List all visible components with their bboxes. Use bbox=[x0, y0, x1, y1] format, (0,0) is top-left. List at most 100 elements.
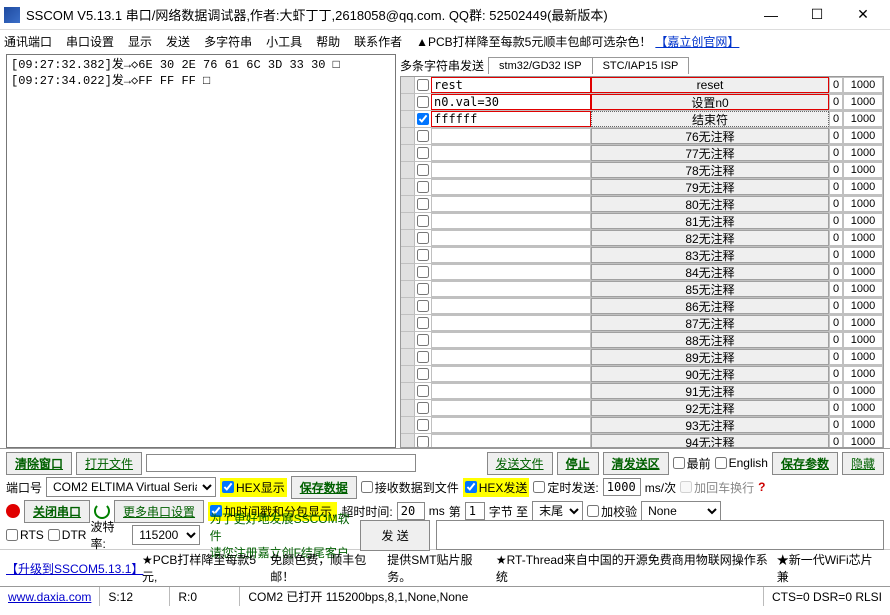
row-ms[interactable]: 1000 bbox=[843, 332, 883, 348]
english-checkbox[interactable]: English bbox=[715, 456, 768, 470]
row-ms[interactable]: 1000 bbox=[843, 383, 883, 399]
hex-send-checkbox[interactable]: HEX发送 bbox=[463, 478, 530, 497]
row-send-button[interactable]: 86无注释 bbox=[591, 298, 829, 314]
row-checkbox[interactable] bbox=[415, 94, 431, 110]
row-text[interactable]: ffffff bbox=[431, 111, 591, 127]
row-checkbox[interactable] bbox=[415, 111, 431, 127]
send-file-button[interactable]: 发送文件 bbox=[487, 452, 553, 475]
row-text[interactable] bbox=[431, 264, 591, 280]
row-text[interactable] bbox=[431, 196, 591, 212]
send-button[interactable]: 发 送 bbox=[360, 520, 429, 551]
row-send-button[interactable]: 84无注释 bbox=[591, 264, 829, 280]
row-send-button[interactable]: 85无注释 bbox=[591, 281, 829, 297]
row-checkbox[interactable] bbox=[415, 298, 431, 314]
drag-handle[interactable] bbox=[401, 298, 415, 314]
row-text[interactable] bbox=[431, 179, 591, 195]
drag-handle[interactable] bbox=[401, 383, 415, 399]
clear-send-button[interactable]: 清发送区 bbox=[603, 452, 669, 475]
row-send-button[interactable]: 82无注释 bbox=[591, 230, 829, 246]
save-param-button[interactable]: 保存参数 bbox=[772, 452, 838, 475]
row-ms[interactable]: 1000 bbox=[843, 264, 883, 280]
row-checkbox[interactable] bbox=[415, 230, 431, 246]
row-ms[interactable]: 1000 bbox=[843, 213, 883, 229]
hide-button[interactable]: 隐藏 bbox=[842, 452, 884, 475]
row-ms[interactable]: 1000 bbox=[843, 349, 883, 365]
row-n[interactable]: 0 bbox=[829, 247, 843, 263]
row-ms[interactable]: 1000 bbox=[843, 179, 883, 195]
row-n[interactable]: 0 bbox=[829, 162, 843, 178]
drag-handle[interactable] bbox=[401, 366, 415, 382]
row-n[interactable]: 0 bbox=[829, 400, 843, 416]
drag-handle[interactable] bbox=[401, 230, 415, 246]
row-ms[interactable]: 1000 bbox=[843, 128, 883, 144]
row-n[interactable]: 0 bbox=[829, 213, 843, 229]
row-send-button[interactable]: 79无注释 bbox=[591, 179, 829, 195]
row-ms[interactable]: 1000 bbox=[843, 315, 883, 331]
crlf-checkbox[interactable]: 加回车换行 bbox=[680, 479, 754, 496]
row-checkbox[interactable] bbox=[415, 417, 431, 433]
row-send-button[interactable]: 80无注释 bbox=[591, 196, 829, 212]
send-input[interactable] bbox=[436, 520, 884, 550]
row-n[interactable]: 0 bbox=[829, 383, 843, 399]
row-ms[interactable]: 1000 bbox=[843, 162, 883, 178]
drag-handle[interactable] bbox=[401, 332, 415, 348]
hex-show-checkbox[interactable]: HEX显示 bbox=[220, 478, 287, 497]
row-text[interactable]: rest bbox=[431, 77, 591, 93]
row-send-button[interactable]: reset bbox=[591, 77, 829, 93]
row-ms[interactable]: 1000 bbox=[843, 77, 883, 93]
minimize-button[interactable]: — bbox=[748, 1, 794, 29]
row-ms[interactable]: 1000 bbox=[843, 230, 883, 246]
row-checkbox[interactable] bbox=[415, 383, 431, 399]
menu-通讯端口[interactable]: 通讯端口 bbox=[4, 35, 52, 49]
maximize-button[interactable]: ☐ bbox=[794, 1, 840, 29]
row-n[interactable]: 0 bbox=[829, 264, 843, 280]
row-n[interactable]: 0 bbox=[829, 366, 843, 382]
row-n[interactable]: 0 bbox=[829, 349, 843, 365]
row-text[interactable] bbox=[431, 298, 591, 314]
drag-handle[interactable] bbox=[401, 77, 415, 93]
menu-帮助[interactable]: 帮助 bbox=[316, 35, 340, 49]
row-checkbox[interactable] bbox=[415, 264, 431, 280]
row-checkbox[interactable] bbox=[415, 145, 431, 161]
row-text[interactable] bbox=[431, 349, 591, 365]
row-n[interactable]: 0 bbox=[829, 281, 843, 297]
drag-handle[interactable] bbox=[401, 349, 415, 365]
stop-button[interactable]: 停止 bbox=[557, 452, 599, 475]
row-checkbox[interactable] bbox=[415, 128, 431, 144]
close-button[interactable]: ✕ bbox=[840, 1, 886, 29]
menu-发送[interactable]: 发送 bbox=[166, 35, 190, 49]
row-checkbox[interactable] bbox=[415, 77, 431, 93]
row-ms[interactable]: 1000 bbox=[843, 94, 883, 110]
row-checkbox[interactable] bbox=[415, 332, 431, 348]
row-n[interactable]: 0 bbox=[829, 145, 843, 161]
row-checkbox[interactable] bbox=[415, 400, 431, 416]
tab-stm32/GD32 ISP[interactable]: stm32/GD32 ISP bbox=[488, 57, 593, 74]
row-send-button[interactable]: 92无注释 bbox=[591, 400, 829, 416]
drag-handle[interactable] bbox=[401, 128, 415, 144]
row-ms[interactable]: 1000 bbox=[843, 111, 883, 127]
drag-handle[interactable] bbox=[401, 94, 415, 110]
row-checkbox[interactable] bbox=[415, 366, 431, 382]
row-text[interactable] bbox=[431, 383, 591, 399]
row-ms[interactable]: 1000 bbox=[843, 298, 883, 314]
row-send-button[interactable]: 81无注释 bbox=[591, 213, 829, 229]
row-text[interactable] bbox=[431, 332, 591, 348]
menu-串口设置[interactable]: 串口设置 bbox=[66, 35, 114, 49]
row-text[interactable] bbox=[431, 230, 591, 246]
tab-STC/IAP15 ISP[interactable]: STC/IAP15 ISP bbox=[592, 57, 690, 74]
dtr-checkbox[interactable]: DTR bbox=[48, 528, 87, 542]
rx-to-file-checkbox[interactable]: 接收数据到文件 bbox=[361, 479, 459, 496]
row-n[interactable]: 0 bbox=[829, 417, 843, 433]
qmark-icon[interactable]: ? bbox=[758, 480, 765, 494]
row-checkbox[interactable] bbox=[415, 434, 431, 448]
row-checkbox[interactable] bbox=[415, 247, 431, 263]
row-text[interactable] bbox=[431, 128, 591, 144]
row-text[interactable] bbox=[431, 247, 591, 263]
row-n[interactable]: 0 bbox=[829, 111, 843, 127]
row-text[interactable] bbox=[431, 315, 591, 331]
row-text[interactable] bbox=[431, 417, 591, 433]
drag-handle[interactable] bbox=[401, 111, 415, 127]
row-ms[interactable]: 1000 bbox=[843, 417, 883, 433]
close-port-button[interactable]: 关闭串口 bbox=[24, 500, 90, 523]
clear-window-button[interactable]: 清除窗口 bbox=[6, 452, 72, 475]
